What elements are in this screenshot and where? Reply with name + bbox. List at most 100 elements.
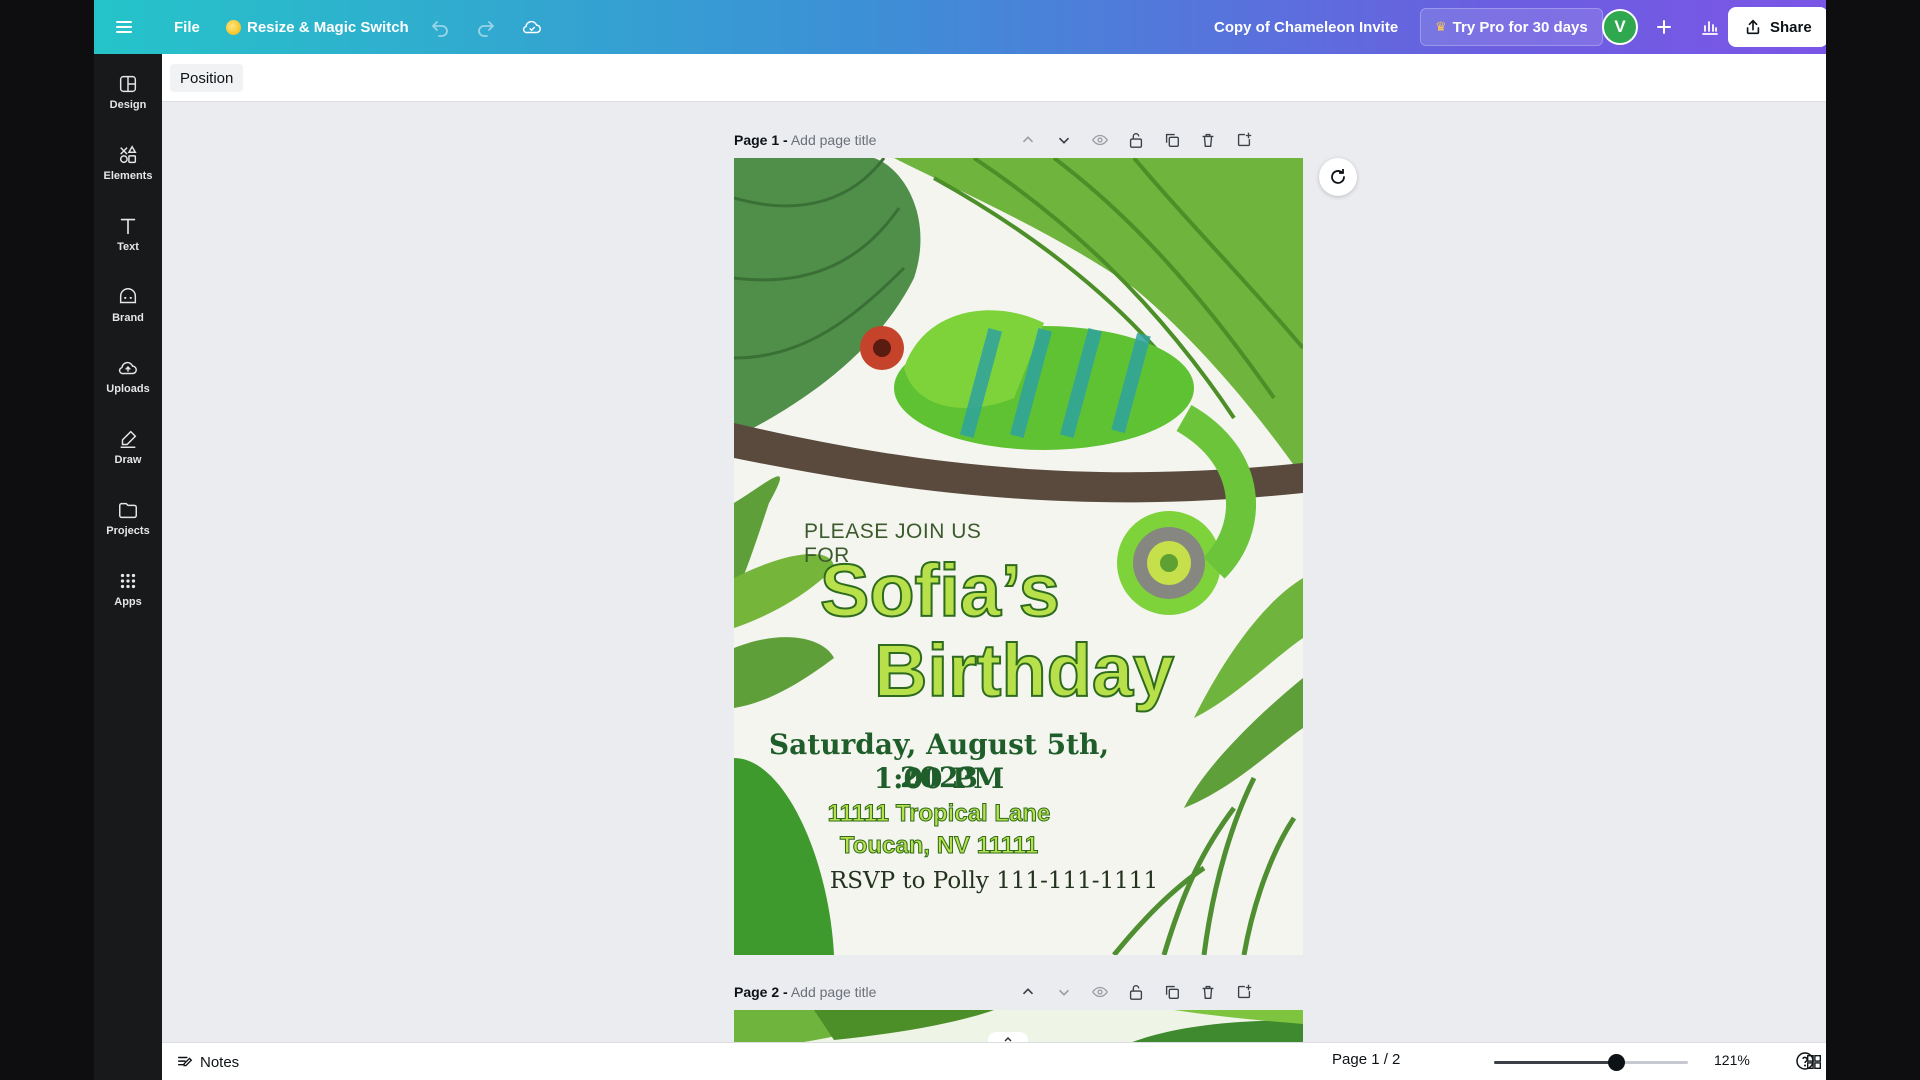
plus-icon xyxy=(1657,20,1671,34)
collapse-pages-handle[interactable] xyxy=(988,1032,1028,1042)
sidebar-item-label: Elements xyxy=(103,170,153,182)
invite-rsvp-text[interactable]: RSVP to Polly 111-111-1111 xyxy=(794,868,1194,894)
share-button[interactable]: Share xyxy=(1728,7,1826,47)
refresh-icon xyxy=(1331,169,1345,184)
bar-chart-icon xyxy=(1702,21,1718,35)
duplicate-page-button[interactable] xyxy=(1160,980,1184,1004)
user-avatar[interactable]: V xyxy=(1602,9,1638,45)
sidebar-item-draw[interactable]: Draw xyxy=(94,417,162,477)
sidebar-item-elements[interactable]: Elements xyxy=(94,133,162,193)
grid-icon xyxy=(120,573,136,589)
move-page-down-button[interactable] xyxy=(1052,980,1076,1004)
hamburger-icon xyxy=(116,21,132,33)
zoom-slider-handle[interactable] xyxy=(1608,1054,1626,1071)
lock-page-button[interactable] xyxy=(1124,128,1148,152)
sidebar-item-label: Design xyxy=(109,99,147,111)
folder-icon xyxy=(119,502,137,519)
editor-app: File Resize & Magic Switch Copy of Chame… xyxy=(94,0,1826,1080)
sidebar-item-text[interactable]: Text xyxy=(94,204,162,264)
sidebar-item-apps[interactable]: Apps xyxy=(94,559,162,619)
page-2-title-input[interactable]: Add page title xyxy=(791,984,877,1000)
sidebar-item-label: Apps xyxy=(114,596,142,608)
main-menu-button[interactable] xyxy=(106,9,142,45)
invite-event-text[interactable]: Birthday xyxy=(873,628,1194,713)
share-label: Share xyxy=(1770,18,1812,36)
zoom-slider-fill xyxy=(1494,1061,1617,1064)
refresh-design-button[interactable] xyxy=(1319,158,1357,196)
document-title[interactable]: Copy of Chameleon Invite xyxy=(1202,9,1410,45)
sidebar-item-label: Projects xyxy=(106,525,150,537)
chevron-down-icon xyxy=(1058,137,1070,144)
add-page-button[interactable] xyxy=(1232,980,1256,1004)
eye-icon xyxy=(1092,986,1108,998)
redo-icon xyxy=(478,21,495,37)
shapes-icon xyxy=(119,145,137,164)
redo-button[interactable] xyxy=(468,9,504,45)
file-menu-button[interactable]: File xyxy=(164,9,210,45)
sidebar-item-label: Draw xyxy=(114,454,142,466)
trash-icon xyxy=(1202,133,1214,147)
move-page-down-button[interactable] xyxy=(1052,128,1076,152)
try-pro-button[interactable]: ♛ Try Pro for 30 days xyxy=(1420,8,1603,46)
undo-icon xyxy=(431,21,448,37)
page-1-title-input[interactable]: Add page title xyxy=(791,132,877,148)
cloud-check-icon xyxy=(522,20,541,34)
design-canvas: Page 1 - Add page title PLEASE JOIN US F… xyxy=(162,102,1826,1042)
delete-page-button[interactable] xyxy=(1196,980,1220,1004)
top-header: File Resize & Magic Switch Copy of Chame… xyxy=(94,0,1826,54)
insights-button[interactable] xyxy=(1692,9,1728,45)
save-status-button[interactable] xyxy=(514,9,550,45)
sidebar-item-label: Uploads xyxy=(106,383,150,395)
sidebar-item-uploads[interactable]: Uploads xyxy=(94,346,162,406)
notes-button[interactable]: Notes xyxy=(176,1048,239,1076)
bottom-bar: Notes Page 1 / 2 121% xyxy=(162,1042,1826,1080)
trash-icon xyxy=(1202,985,1214,999)
page-2-label: Page 2 - Add page title xyxy=(734,984,876,1000)
page-1-tools xyxy=(1016,128,1256,152)
chevron-down-icon xyxy=(1058,989,1070,996)
text-icon xyxy=(120,218,136,235)
duplicate-page-button[interactable] xyxy=(1160,128,1184,152)
invite-collaborator-button[interactable] xyxy=(1650,9,1678,45)
brand-icon xyxy=(119,288,137,304)
add-page-button[interactable] xyxy=(1232,128,1256,152)
page-1-design[interactable]: PLEASE JOIN US FOR Sofia’s Birthday Satu… xyxy=(734,158,1303,955)
sidebar-item-label: Brand xyxy=(112,312,144,324)
try-pro-label: Try Pro for 30 days xyxy=(1452,18,1588,36)
invite-address-line-2[interactable]: Toucan, NV 11111 xyxy=(744,832,1134,860)
help-button[interactable] xyxy=(1793,1049,1817,1073)
zoom-slider[interactable] xyxy=(1494,1054,1688,1071)
position-button[interactable]: Position xyxy=(170,64,244,92)
add-page-icon xyxy=(1237,984,1252,999)
resize-magic-switch-button[interactable]: Resize & Magic Switch xyxy=(216,9,419,45)
sidebar-item-projects[interactable]: Projects xyxy=(94,488,162,548)
sidebar-item-design[interactable]: Design xyxy=(94,62,162,122)
pen-icon xyxy=(120,430,137,448)
page-1-prefix: Page 1 - xyxy=(734,132,788,148)
share-icon xyxy=(1746,19,1760,35)
page-count-button[interactable]: Page 1 / 2 xyxy=(1332,1051,1400,1068)
crown-icon: ♛ xyxy=(1435,19,1447,34)
invite-time-text[interactable]: 1:00 PM xyxy=(744,762,1134,795)
hide-page-button[interactable] xyxy=(1088,980,1112,1004)
duplicate-icon xyxy=(1165,133,1179,147)
page-2-tools xyxy=(1016,980,1256,1004)
left-sidebar: Design Elements Text Brand Uploads Draw … xyxy=(94,54,162,1080)
cloud-upload-icon xyxy=(118,361,137,375)
zoom-level[interactable]: 121% xyxy=(1714,1052,1750,1068)
move-page-up-button[interactable] xyxy=(1016,980,1040,1004)
help-icon xyxy=(1796,1052,1814,1070)
chevron-up-icon xyxy=(1004,1036,1012,1042)
undo-button[interactable] xyxy=(422,9,458,45)
invite-name-text[interactable]: Sofia’s xyxy=(819,548,1120,633)
notes-label: Notes xyxy=(200,1053,240,1071)
sidebar-item-brand[interactable]: Brand xyxy=(94,275,162,335)
delete-page-button[interactable] xyxy=(1196,128,1220,152)
lock-icon xyxy=(1129,985,1143,1000)
move-page-up-button[interactable] xyxy=(1016,128,1040,152)
invite-address-line-1[interactable]: 11111 Tropical Lane xyxy=(744,800,1134,828)
hide-page-button[interactable] xyxy=(1088,128,1112,152)
lock-page-button[interactable] xyxy=(1124,980,1148,1004)
chevron-up-icon xyxy=(1022,988,1034,995)
eye-icon xyxy=(1092,134,1108,146)
